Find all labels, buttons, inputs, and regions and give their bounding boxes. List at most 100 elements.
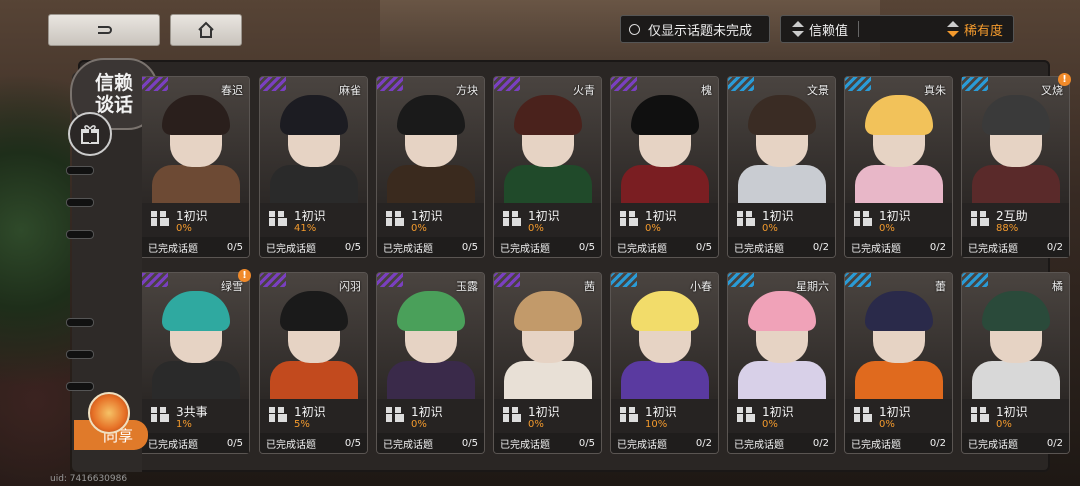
character-card[interactable]: 绿雪 3共事 1% 已完成话题 0/5 !: [142, 269, 251, 454]
character-card[interactable]: 星期六 1初识 0% 已完成话题 0/2: [727, 272, 836, 454]
topics-completed-label: 已完成话题: [383, 439, 433, 451]
background-plant: [0, 60, 70, 486]
binder-ring: [66, 350, 94, 359]
topics-completed-count: 0/5: [578, 241, 595, 253]
character-card[interactable]: 文景 1初识 0% 已完成话题 0/2: [727, 76, 836, 258]
topics-completed-label: 已完成话题: [500, 439, 550, 451]
sort-rarity-button[interactable]: 稀有度: [936, 16, 1013, 42]
topics-completed-count: 0/2: [812, 437, 829, 449]
rarity-stripe: [142, 273, 168, 287]
topic-progress-row: 已完成话题 0/5: [494, 237, 601, 257]
character-card[interactable]: 火青 1初识 0% 已完成话题 0/5: [493, 76, 602, 258]
binder-ring: [66, 230, 94, 239]
sort-arrows-icon: [792, 21, 804, 37]
binder-ring: [66, 382, 94, 391]
topic-progress-row: 已完成话题 0/5: [260, 433, 367, 453]
character-name: 麻雀: [339, 84, 361, 97]
trust-percent: 1%: [176, 419, 192, 430]
sort-rarity-label: 稀有度: [963, 23, 1003, 39]
topics-completed-label: 已完成话题: [734, 243, 784, 255]
rarity-stripe: [377, 77, 403, 91]
trust-percent: 0%: [762, 223, 778, 234]
trust-percent: 0%: [176, 223, 192, 234]
people-icon: [854, 211, 872, 226]
portrait-hair: [748, 291, 816, 331]
character-card[interactable]: 闪羽 1初识 5% 已完成话题 0/5: [259, 272, 368, 454]
people-icon: [971, 211, 989, 226]
portrait-body: [152, 361, 240, 401]
filter-label: 仅显示话题未完成: [648, 23, 753, 39]
portrait-body: [387, 165, 475, 205]
rarity-stripe: [260, 77, 286, 91]
character-card[interactable]: 春迟 1初识 0% 已完成话题 0/5: [142, 76, 250, 258]
character-card[interactable]: 蕾 1初识 0% 已完成话题 0/2: [844, 272, 953, 454]
topics-completed-label: 已完成话题: [851, 243, 901, 255]
topics-completed-count: 0/5: [344, 437, 361, 449]
character-grid: 春迟 1初识 0% 已完成话题 0/5 麻雀 1初识 41% 已完成话题 0/5: [142, 73, 1071, 454]
topics-completed-label: 已完成话题: [734, 439, 784, 451]
portrait-body: [738, 165, 826, 205]
trust-percent: 0%: [996, 419, 1012, 430]
character-card[interactable]: 槐 1初识 0% 已完成话题 0/5: [610, 76, 719, 258]
sort-divider: [858, 21, 860, 37]
rarity-stripe: [728, 77, 754, 91]
character-name: 蕾: [935, 280, 946, 293]
back-icon: [98, 26, 112, 34]
character-card[interactable]: 玉露 1初识 0% 已完成话题 0/5: [376, 272, 485, 454]
topics-completed-count: 0/2: [1046, 241, 1063, 253]
trust-level: 1初识: [176, 209, 208, 223]
character-card[interactable]: 茜 1初识 0% 已完成话题 0/5: [493, 272, 602, 454]
portrait-hair: [982, 291, 1050, 331]
filter-incomplete-toggle[interactable]: 仅显示话题未完成: [620, 15, 770, 43]
back-button[interactable]: [48, 14, 160, 46]
topics-completed-label: 已完成话题: [500, 243, 550, 255]
rarity-stripe: [845, 273, 871, 287]
character-card[interactable]: 小春 1初识 10% 已完成话题 0/2: [610, 272, 719, 454]
people-icon: [737, 407, 755, 422]
topic-progress-row: 已完成话题 0/5: [377, 433, 484, 453]
portrait-hair: [865, 95, 933, 135]
character-name: 茜: [584, 280, 595, 293]
sort-trust-button[interactable]: 信赖值: [781, 16, 858, 42]
home-button[interactable]: [170, 14, 242, 46]
character-card[interactable]: 麻雀 1初识 41% 已完成话题 0/5: [259, 76, 368, 258]
home-icon: [198, 21, 214, 38]
portrait-hair: [514, 291, 582, 331]
sort-bar: 信赖值 稀有度: [780, 15, 1014, 43]
uid-text: uid: 7416630986: [50, 474, 128, 484]
topics-completed-count: 0/5: [226, 437, 243, 449]
portrait-hair: [162, 95, 230, 135]
people-icon: [737, 211, 755, 226]
rarity-stripe: [611, 273, 637, 287]
topic-progress-row: 已完成话题 0/2: [611, 433, 718, 453]
character-name: 小春: [690, 280, 712, 293]
trust-level: 1初识: [762, 405, 794, 419]
character-card[interactable]: 方块 1初识 0% 已完成话题 0/5: [376, 76, 485, 258]
sort-arrows-icon: [946, 21, 959, 37]
trust-level: 1初识: [645, 405, 677, 419]
trust-percent: 0%: [411, 223, 427, 234]
character-name: 文景: [807, 84, 829, 97]
character-card[interactable]: 真朱 1初识 0% 已完成话题 0/2: [844, 76, 953, 258]
character-card[interactable]: 叉烧 2互助 88% 已完成话题 0/2 !: [961, 73, 1071, 258]
portrait-body: [738, 361, 826, 401]
portrait-body: [972, 361, 1060, 401]
trust-percent: 0%: [528, 419, 544, 430]
topics-completed-label: 已完成话题: [266, 243, 316, 255]
topics-completed-label: 已完成话题: [617, 243, 667, 255]
people-icon: [503, 211, 521, 226]
gift-button[interactable]: [68, 112, 112, 156]
portrait-hair: [748, 95, 816, 135]
people-icon: [386, 407, 404, 422]
rarity-stripe: [260, 273, 286, 287]
trust-percent: 0%: [762, 419, 778, 430]
topic-progress-row: 已完成话题 0/5: [377, 237, 484, 257]
topic-progress-row: 已完成话题 0/2: [845, 237, 952, 257]
character-card[interactable]: 橘 1初识 0% 已完成话题 0/2: [961, 272, 1070, 454]
character-name: 火青: [573, 84, 595, 97]
rarity-stripe: [845, 77, 871, 91]
people-icon: [854, 407, 872, 422]
character-name: 槐: [701, 84, 712, 97]
portrait-body: [152, 165, 240, 205]
portrait-body: [504, 361, 592, 401]
